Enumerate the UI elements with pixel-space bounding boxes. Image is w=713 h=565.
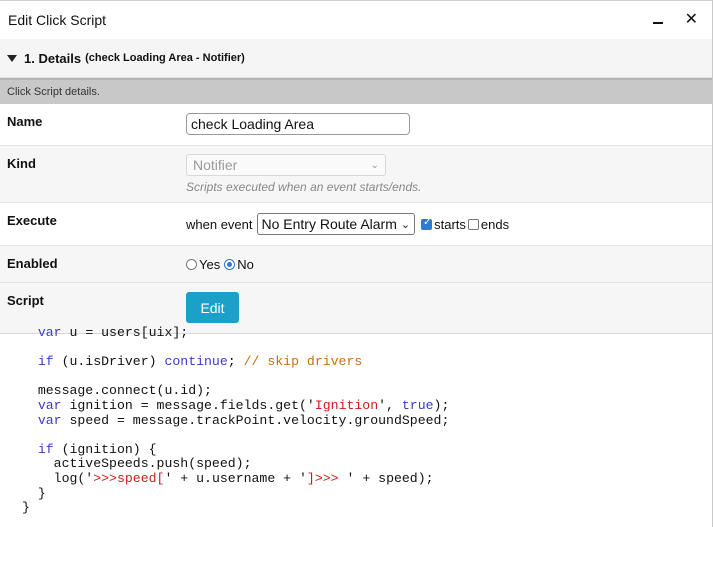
enabled-label: Enabled xyxy=(7,256,58,271)
code-line: if (ignition) { xyxy=(37,441,157,457)
edit-click-script-dialog: Edit Click Script ✕ 1. Details (check Lo… xyxy=(0,0,713,527)
when-event-label: when event xyxy=(186,216,253,232)
window-controls: ✕ xyxy=(652,12,698,28)
enabled-yes-radio[interactable] xyxy=(186,258,197,270)
enabled-row: Enabled Yes No xyxy=(0,246,712,283)
event-selected-value: No Entry Route Alarm xyxy=(261,216,397,232)
code-line: activeSpeeds.push(speed); xyxy=(22,456,252,472)
minimize-icon[interactable] xyxy=(652,12,663,28)
code-line: var speed = message.trackPoint.velocity.… xyxy=(37,412,450,428)
name-row: Name xyxy=(0,104,712,146)
code-line: var u = users[uix]; xyxy=(37,325,189,340)
enabled-no-radio[interactable] xyxy=(224,258,236,270)
event-select[interactable]: No Entry Route Alarm ⌄ xyxy=(256,213,416,235)
no-label: No xyxy=(237,256,254,272)
edit-script-button[interactable]: Edit xyxy=(186,292,239,323)
kind-row: Kind Notifier ⌄ Scripts executed when an… xyxy=(0,146,712,203)
details-section-header[interactable]: 1. Details (check Loading Area - Notifie… xyxy=(0,39,712,78)
chevron-down-icon: ⌄ xyxy=(400,218,411,231)
starts-label: starts xyxy=(434,216,466,232)
close-icon[interactable]: ✕ xyxy=(685,12,698,28)
kind-label: Kind xyxy=(7,156,36,171)
kind-selected-value: Notifier xyxy=(193,157,238,173)
section-title: 1. Details xyxy=(24,50,82,66)
section-subtitle: (check Loading Area - Notifier) xyxy=(85,52,245,64)
ends-label: ends xyxy=(480,216,510,232)
code-line: } xyxy=(22,500,30,516)
code-line: if (u.isDriver) continue; // skip driver… xyxy=(37,354,363,370)
execute-row: Execute when event No Entry Route Alarm … xyxy=(0,203,712,246)
code-line: message.connect(u.id); xyxy=(22,383,212,399)
ends-checkbox[interactable] xyxy=(467,218,479,230)
code-line: var ignition = message.fields.get('Ignit… xyxy=(37,397,450,413)
script-code: var u = users[uix]; if (u.isDriver) cont… xyxy=(0,325,712,516)
name-input[interactable] xyxy=(186,113,410,135)
yes-label: Yes xyxy=(199,256,221,272)
code-line: log('>>>speed[' + u.username + ']>>> ' +… xyxy=(22,470,434,486)
name-label: Name xyxy=(7,114,43,129)
minimize-bar xyxy=(652,22,663,24)
caret-down-icon xyxy=(7,55,17,62)
kind-hint: Scripts executed when an event starts/en… xyxy=(186,180,422,194)
dialog-titlebar: Edit Click Script ✕ xyxy=(0,0,712,39)
dialog-title: Edit Click Script xyxy=(8,12,107,28)
chevron-down-icon: ⌄ xyxy=(370,159,379,171)
code-line: } xyxy=(22,485,46,501)
execute-label: Execute xyxy=(7,213,57,228)
section-info-bar: Click Script details. xyxy=(0,78,712,104)
starts-checkbox[interactable] xyxy=(421,217,433,230)
kind-select: Notifier ⌄ xyxy=(186,154,386,176)
